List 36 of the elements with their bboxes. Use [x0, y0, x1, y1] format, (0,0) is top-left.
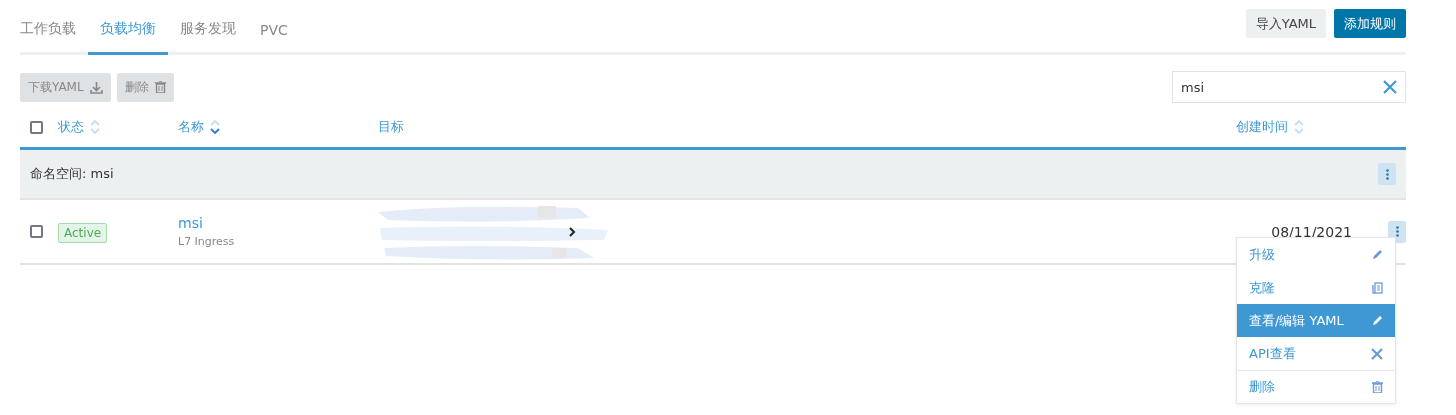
tab[interactable]: 服务发现: [168, 20, 248, 55]
more-icon: [1395, 226, 1399, 237]
sort-icon[interactable]: [210, 120, 220, 134]
download-icon: [89, 80, 103, 94]
column-header[interactable]: 状态: [58, 118, 100, 136]
menu-item[interactable]: 查看/编辑 YAML: [1237, 304, 1395, 337]
tab[interactable]: PVC: [248, 22, 300, 55]
column-header[interactable]: 创建时间: [1236, 118, 1304, 136]
pencil-icon: [1372, 315, 1383, 326]
status-badge: Active: [58, 223, 108, 243]
menu-item[interactable]: 删除: [1237, 370, 1395, 403]
close-icon[interactable]: [1382, 79, 1398, 95]
tab[interactable]: 工作负载: [20, 20, 88, 55]
trash-icon: [1372, 381, 1383, 393]
menu-item[interactable]: 克隆: [1237, 271, 1395, 304]
menu-item[interactable]: API查看: [1237, 337, 1395, 370]
trash-icon: [154, 81, 166, 93]
pencil-icon: [1372, 249, 1383, 260]
type-label: L7 Ingress: [178, 235, 236, 248]
tools-icon: [1371, 347, 1383, 360]
checkbox[interactable]: [30, 225, 43, 238]
name-link[interactable]: msi: [178, 215, 378, 231]
menu-button[interactable]: [1388, 220, 1406, 243]
column-header[interactable]: 名称: [178, 118, 220, 136]
menu-item[interactable]: 升级: [1237, 238, 1395, 271]
copy-icon: [1372, 281, 1383, 294]
namespace-label: 命名空间: msi: [30, 165, 115, 183]
created-date: 08/11/2021: [1270, 223, 1353, 240]
search-field[interactable]: msi: [1172, 71, 1406, 103]
tab[interactable]: 负载均衡: [88, 20, 168, 55]
import-button[interactable]: 导入YAML: [1245, 8, 1326, 38]
menu-button[interactable]: [1378, 163, 1396, 185]
add-button[interactable]: 添加规则: [1334, 8, 1406, 38]
column-header[interactable]: 目标: [378, 118, 404, 136]
checkbox[interactable]: [30, 120, 43, 134]
more-icon: [1385, 168, 1389, 180]
